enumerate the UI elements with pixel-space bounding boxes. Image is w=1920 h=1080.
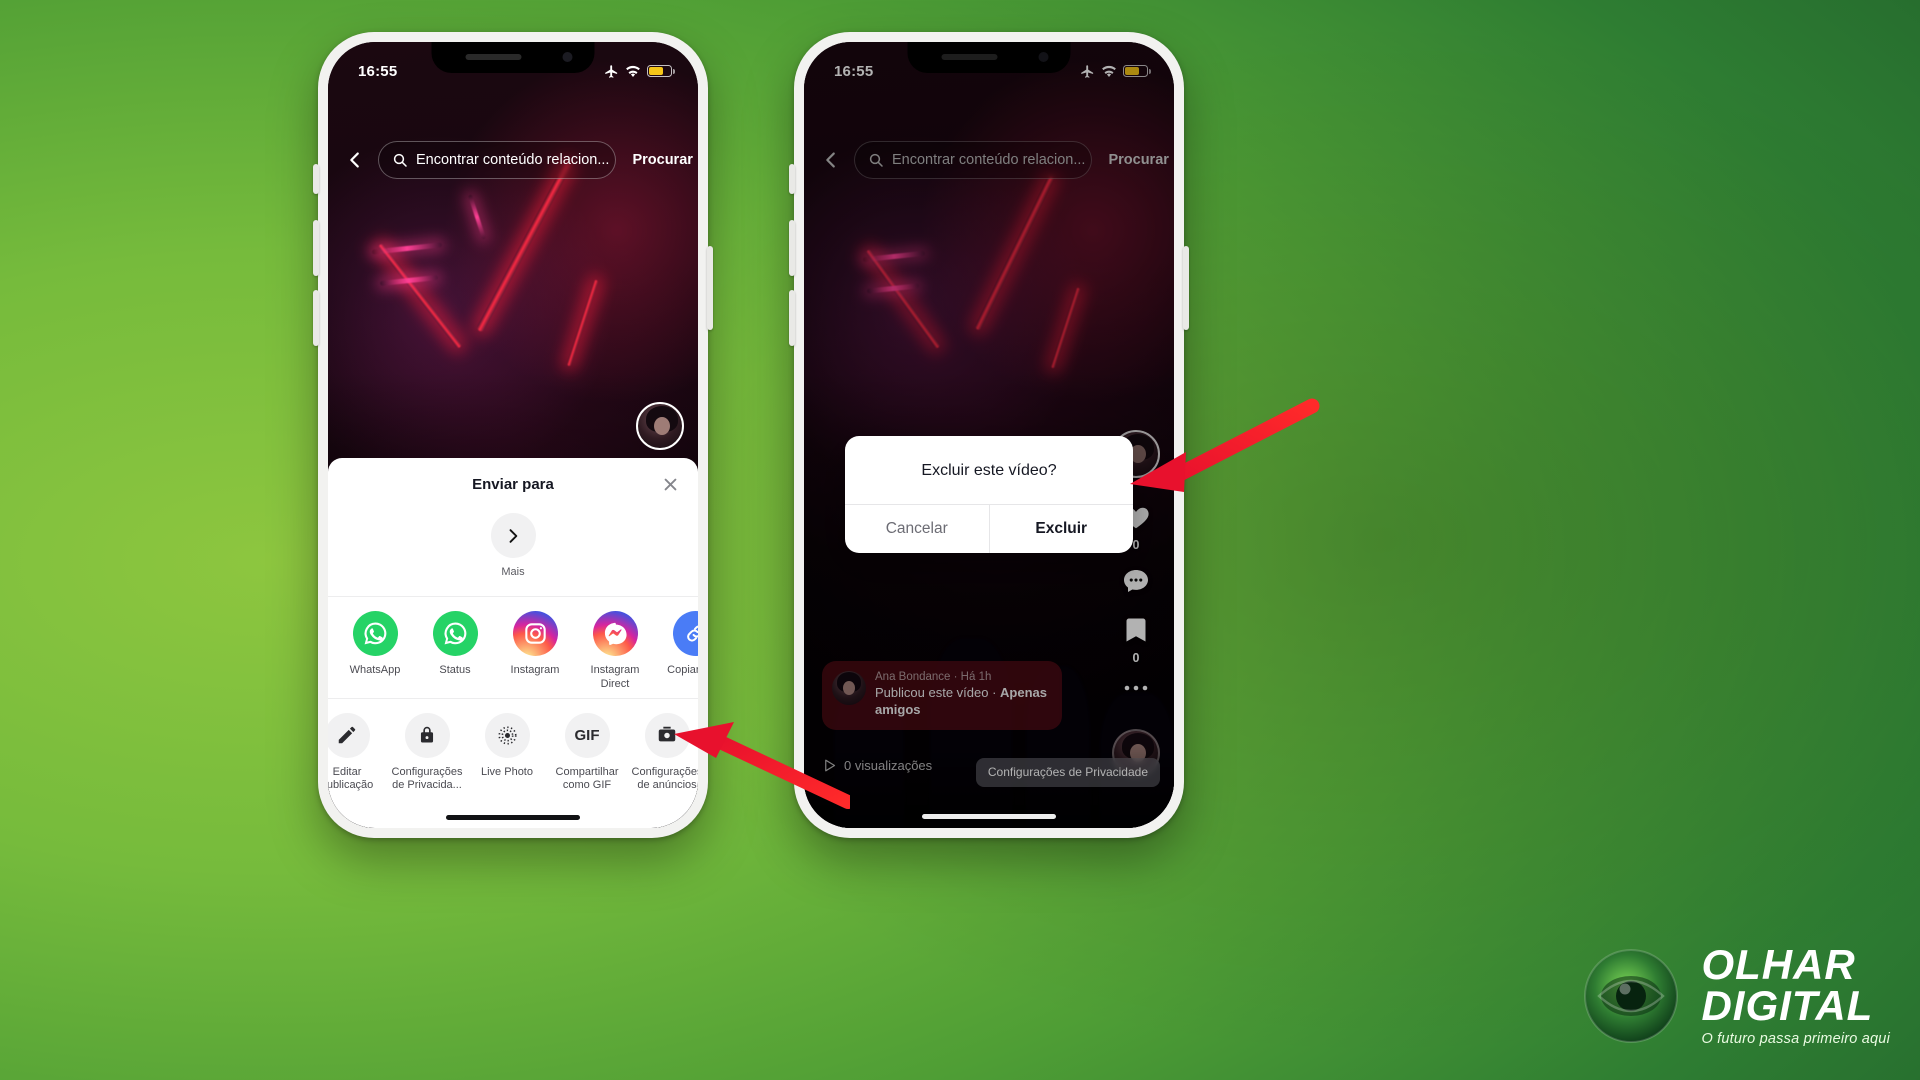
more-row: Mais [328, 505, 698, 596]
share-app-status[interactable]: Status [422, 611, 488, 678]
share-more-button[interactable]: Mais [480, 513, 546, 580]
share-app-label: Instagram [510, 664, 560, 676]
phone-left-screen: 16:55 Encontrar conteúdo relacion... Pro… [328, 42, 698, 828]
volume-up-button[interactable] [789, 220, 795, 276]
whatsapp-status-icon [432, 611, 478, 656]
sheet-title: Enviar para [472, 476, 554, 494]
back-icon[interactable] [342, 147, 368, 173]
search-placeholder: Encontrar conteúdo relacion... [416, 152, 610, 168]
watermark: OLHAR DIGITAL O futuro passa primeiro aq… [1577, 942, 1890, 1050]
confirm-delete-button[interactable]: Excluir [988, 505, 1134, 553]
action-label: Editar publicação [328, 765, 374, 792]
action-label: Configurações de Privacida... [391, 765, 463, 792]
phone-right-screen: 16:55 Encontrar conteúdo relacion... Pro… [804, 42, 1174, 828]
lock-icon [404, 712, 450, 758]
watermark-line-1: OLHAR [1701, 941, 1856, 989]
action-share-as-gif[interactable]: GIF Compartilhar como GIF [554, 712, 620, 794]
share-more-label: Mais [501, 566, 525, 579]
mute-switch[interactable] [789, 164, 795, 194]
dialog-title: Excluir este vídeo? [921, 462, 1057, 479]
phone-right: 16:55 Encontrar conteúdo relacion... Pro… [789, 32, 1189, 838]
share-app-instagram-direct[interactable]: Instagram Direct [582, 611, 648, 692]
share-app-label: Copiar Link [667, 664, 698, 676]
wifi-icon [626, 65, 640, 77]
airplane-icon [605, 64, 618, 78]
pencil-icon [328, 712, 370, 758]
action-label: Live Photo [481, 765, 533, 778]
olhar-digital-eye-logo [1577, 942, 1685, 1050]
instagram-direct-icon [592, 611, 638, 656]
share-app-label: WhatsApp [349, 664, 401, 676]
status-time: 16:55 [358, 62, 398, 80]
action-privacy-settings[interactable]: Configurações de Privacida... [391, 712, 463, 794]
dialog-overlay [804, 42, 1174, 828]
volume-down-button[interactable] [313, 290, 319, 346]
dialog-actions: Cancelar Excluir [845, 504, 1133, 553]
instagram-icon [512, 611, 558, 656]
close-icon[interactable] [658, 472, 682, 496]
share-app-instagram[interactable]: Instagram [502, 611, 568, 678]
top-search-bar: Encontrar conteúdo relacion... Procurar [328, 138, 698, 182]
ads-icon [644, 712, 690, 758]
link-icon [672, 611, 698, 656]
share-app-label: Status [439, 664, 471, 676]
sheet-header: Enviar para [328, 470, 698, 505]
share-app-whatsapp[interactable]: WhatsApp [342, 611, 408, 678]
front-camera [562, 52, 573, 62]
cancel-button[interactable]: Cancelar [845, 505, 989, 553]
action-label: Configurações de anúncios [631, 765, 698, 792]
home-indicator [922, 814, 1056, 819]
chevron-right-icon [490, 513, 536, 559]
action-live-photo[interactable]: Live Photo [474, 712, 540, 780]
search-icon [393, 153, 407, 167]
delete-confirm-dialog: Excluir este vídeo? Cancelar Excluir [845, 436, 1133, 553]
power-button[interactable] [1183, 246, 1189, 330]
power-button[interactable] [707, 246, 713, 330]
volume-down-button[interactable] [789, 290, 795, 346]
gif-icon: GIF [564, 712, 610, 758]
action-label: Compartilhar como GIF [555, 765, 619, 792]
battery-icon [647, 65, 675, 77]
share-app-label: Instagram Direct [590, 664, 640, 690]
mute-switch[interactable] [313, 164, 319, 194]
share-bottom-sheet: Enviar para Mais WhatsApp Status Instagr… [328, 458, 698, 828]
action-edit-post[interactable]: Editar publicação [328, 712, 380, 794]
phone-left: 16:55 Encontrar conteúdo relacion... Pro… [313, 32, 713, 838]
action-ads-settings[interactable]: Configurações de anúncios [631, 712, 698, 794]
watermark-tagline: O futuro passa primeiro aqui [1701, 1030, 1890, 1047]
whatsapp-icon [352, 611, 398, 656]
watermark-line-2: DIGITAL [1701, 981, 1874, 1029]
live-photo-icon [484, 712, 530, 758]
share-actions-row: Editar publicação Configurações de Priva… [328, 697, 698, 806]
share-apps-row: WhatsApp Status Instagram Instagram Dire… [328, 596, 698, 698]
share-app-copy-link[interactable]: Copiar Link [662, 611, 698, 678]
volume-up-button[interactable] [313, 220, 319, 276]
search-input[interactable]: Encontrar conteúdo relacion... [378, 141, 617, 179]
notch [431, 42, 595, 73]
home-indicator [446, 815, 580, 820]
earpiece-speaker [465, 54, 522, 60]
search-button[interactable]: Procurar [626, 152, 698, 168]
avatar[interactable] [636, 402, 684, 450]
